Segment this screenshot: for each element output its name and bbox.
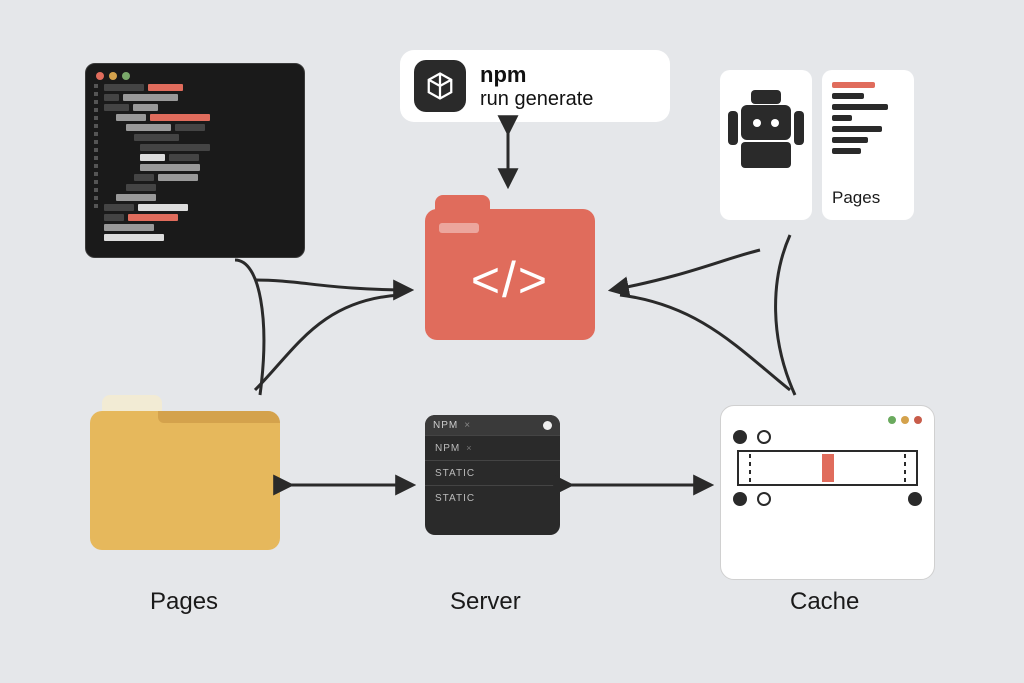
robot-card bbox=[720, 70, 812, 220]
output-cards: Pages bbox=[720, 70, 914, 220]
close-x-icon: × bbox=[464, 420, 470, 431]
npm-command: npm run generate bbox=[400, 50, 670, 122]
dot-icon bbox=[888, 416, 896, 424]
pages-card: Pages bbox=[822, 70, 914, 220]
close-x-icon: × bbox=[466, 443, 471, 453]
minimize-icon bbox=[109, 72, 117, 80]
code-editor bbox=[85, 63, 305, 258]
status-dot-icon bbox=[543, 421, 552, 430]
server-row: NPM× bbox=[425, 435, 560, 460]
code-icon: </> bbox=[471, 251, 549, 309]
dot-icon bbox=[914, 416, 922, 424]
maximize-icon bbox=[122, 72, 130, 80]
server-rack-icon bbox=[737, 450, 918, 486]
package-icon bbox=[414, 60, 466, 112]
window-controls bbox=[733, 416, 922, 424]
pages-label: Pages bbox=[150, 588, 218, 616]
robot-icon bbox=[736, 87, 796, 182]
folder-icon bbox=[90, 411, 280, 550]
dot-icon bbox=[901, 416, 909, 424]
page-lines-icon bbox=[832, 82, 904, 154]
close-icon bbox=[96, 72, 104, 80]
cache-row bbox=[733, 430, 922, 444]
server-row-label: NPM bbox=[433, 420, 458, 431]
cache-row bbox=[733, 492, 922, 506]
npm-command-sub: run generate bbox=[480, 88, 593, 111]
code-folder: </> bbox=[425, 195, 595, 340]
server-row: STATIC bbox=[425, 485, 560, 510]
cache-label: Cache bbox=[790, 588, 859, 616]
window-controls bbox=[86, 64, 304, 84]
pages-folder bbox=[90, 395, 280, 550]
code-body bbox=[86, 84, 304, 249]
server-label: Server bbox=[450, 588, 521, 616]
server-header: NPM × bbox=[425, 415, 560, 435]
code-lines bbox=[104, 84, 296, 241]
cache-window bbox=[720, 405, 935, 580]
npm-command-name: npm bbox=[480, 62, 593, 88]
server-row: STATIC bbox=[425, 460, 560, 485]
server-box: NPM × NPM× STATIC STATIC bbox=[425, 415, 560, 535]
pages-card-label: Pages bbox=[832, 188, 904, 208]
